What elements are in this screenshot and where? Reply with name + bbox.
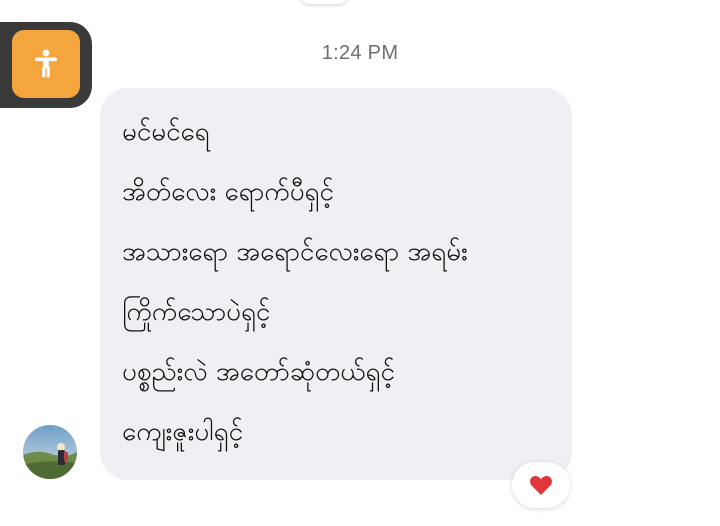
message-line: ကြိုက်သောပဲရှင့် xyxy=(122,297,271,327)
heart-icon xyxy=(530,475,552,495)
reaction-badge[interactable] xyxy=(512,462,570,508)
message-line: ပစ္စည်းလဲ အတော်ဆုံတယ်ရှင့် xyxy=(122,357,395,387)
message-bubble[interactable]: မင်မင်ရေ အိတ်လေး ရောက်ပီရှင့် အသားရော အရ… xyxy=(100,88,572,480)
message-line: အိတ်လေး ရောက်ပီရှင့် xyxy=(122,177,334,207)
message-line: အသားရော အရောင်လေးရော အရမ်း xyxy=(122,237,468,267)
avatar-image xyxy=(23,425,77,479)
avatar[interactable] xyxy=(23,425,77,479)
message-timestamp: 1:24 PM xyxy=(321,42,399,64)
chat-screen: 1:24 PM မင်မင်ရေ အိတ်လေး ရောက်ပီရှင့် အသ… xyxy=(0,0,720,526)
message-line: ကျေးဇူးပါရှင့် xyxy=(122,417,244,447)
message-line: မင်မင်ရေ xyxy=(122,117,210,147)
previous-message-reaction-edge xyxy=(300,0,348,4)
accessibility-floating-tab xyxy=(0,22,92,108)
